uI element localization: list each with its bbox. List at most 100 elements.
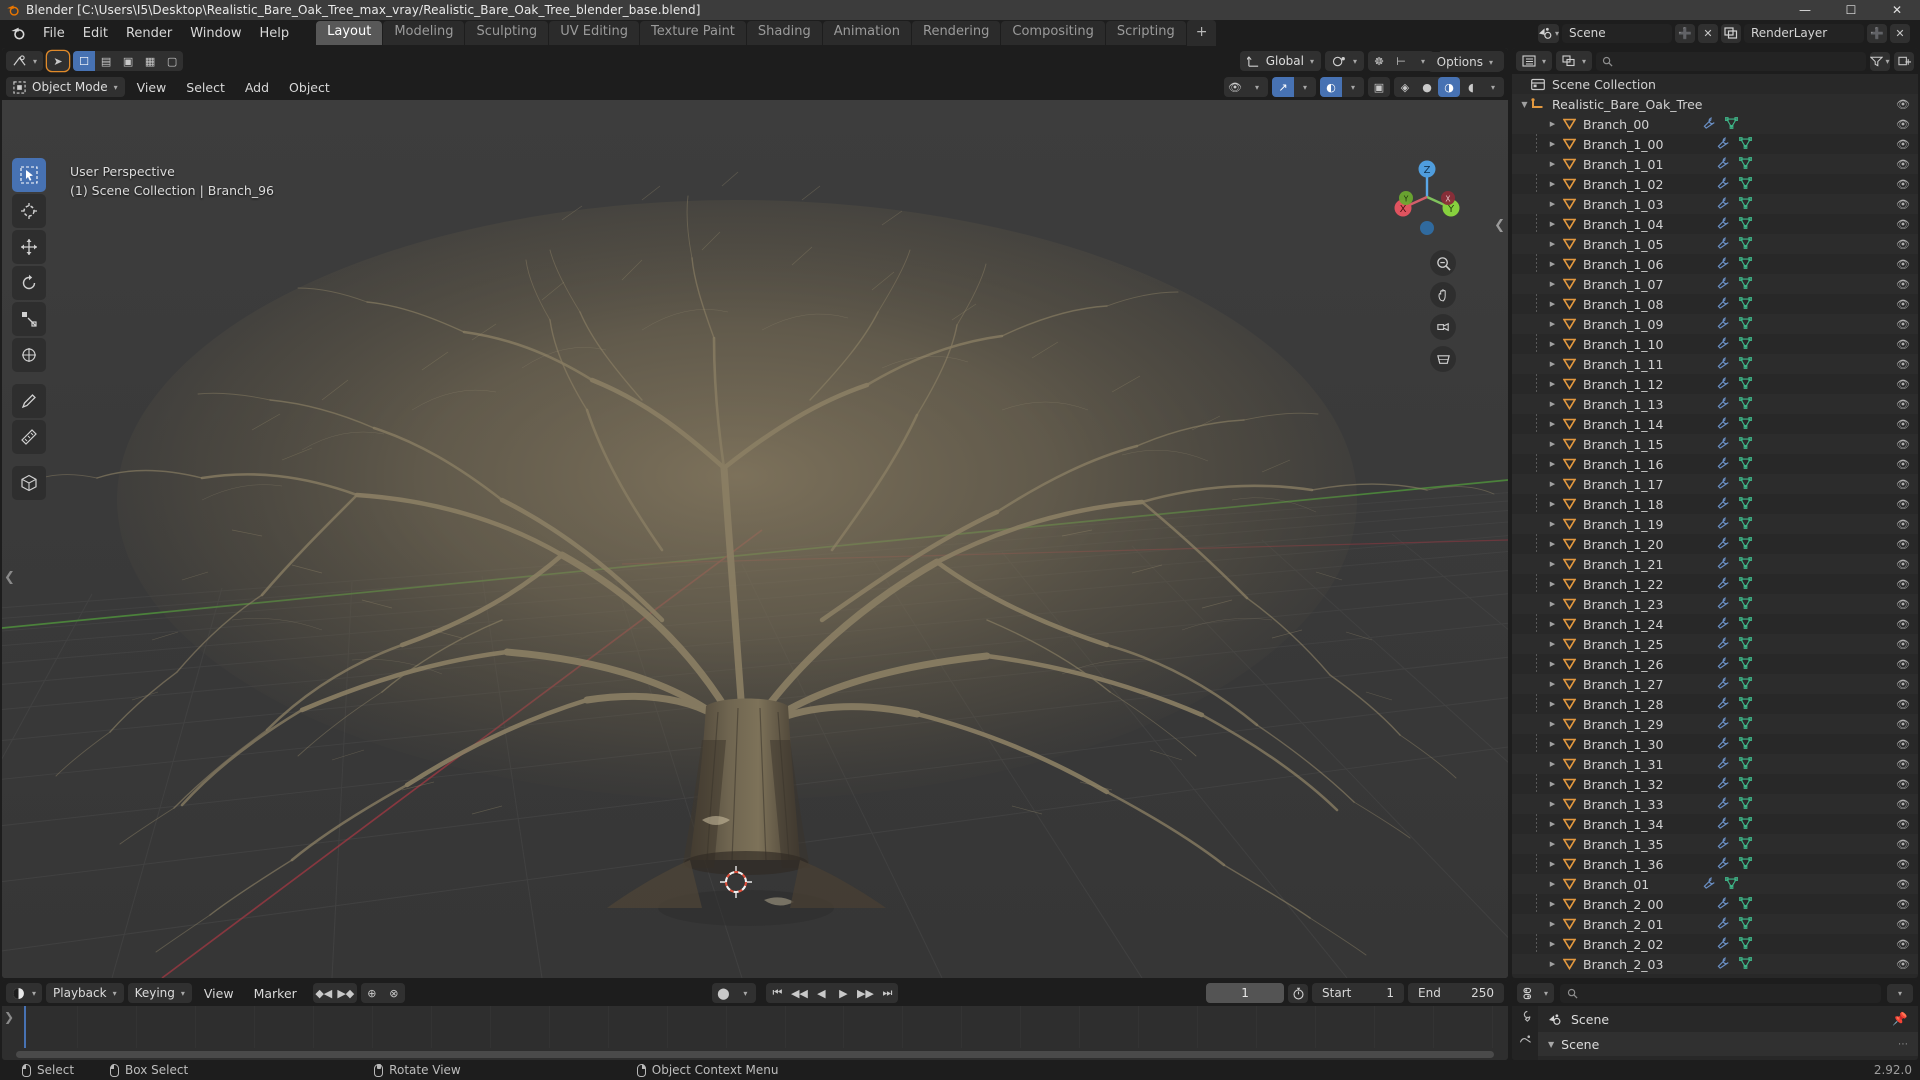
outliner-row-object[interactable]: ▶ Branch_1_31 👁 [1512, 754, 1918, 774]
object-visibility-eye-icon[interactable]: 👁 [1896, 718, 1910, 731]
tab-scripting[interactable]: Scripting [1105, 21, 1186, 45]
object-disclosure-icon[interactable]: ▶ [1546, 380, 1559, 388]
object-disclosure-icon[interactable]: ▶ [1546, 200, 1559, 208]
minimize-button[interactable]: — [1782, 0, 1828, 20]
object-disclosure-icon[interactable]: ▶ [1546, 340, 1559, 348]
timeline-playhead[interactable] [24, 1006, 26, 1048]
active-tool-indicator[interactable]: ➤ [47, 51, 70, 71]
object-disclosure-icon[interactable]: ▶ [1546, 620, 1559, 628]
outliner-row-object[interactable]: ▶ Branch_1_11 👁 [1512, 354, 1918, 374]
modifier-wrench-icon[interactable] [1717, 256, 1730, 272]
viewport-canvas[interactable]: User Perspective (1) Scene Collection | … [2, 100, 1508, 978]
modifier-wrench-icon[interactable] [1717, 836, 1730, 852]
modifier-wrench-icon[interactable] [1717, 476, 1730, 492]
mesh-data-icon[interactable] [1739, 396, 1753, 412]
modifier-wrench-icon[interactable] [1703, 116, 1716, 132]
pan-view-icon[interactable] [1430, 282, 1456, 308]
navigation-gizmo[interactable]: Z Y X Y X [1388, 158, 1466, 236]
timeline-sidebar-arrow-icon[interactable]: ❯ [4, 1010, 14, 1024]
mesh-data-icon[interactable] [1739, 636, 1753, 652]
solid-shading-icon[interactable]: ● [1416, 77, 1438, 97]
timeline-horizontal-scrollbar[interactable] [16, 1051, 1494, 1058]
outliner-tree[interactable]: Scene Collection ▼ Realistic_Bare_Oak_Tr… [1512, 74, 1918, 978]
outliner-row-object[interactable]: ▶ Branch_1_00 👁 [1512, 134, 1918, 154]
object-visibility-eye-icon[interactable]: 👁 [1896, 758, 1910, 771]
object-disclosure-icon[interactable]: ▶ [1546, 220, 1559, 228]
outliner-row-object[interactable]: ▶ Branch_1_22 👁 [1512, 574, 1918, 594]
mesh-data-icon[interactable] [1739, 896, 1753, 912]
collection-visibility-eye-icon[interactable]: 👁 [1896, 98, 1910, 111]
mesh-data-icon[interactable] [1739, 916, 1753, 932]
object-disclosure-icon[interactable]: ▶ [1546, 720, 1559, 728]
modifier-wrench-icon[interactable] [1703, 876, 1716, 892]
select-invert-icon[interactable]: ▦ [139, 51, 161, 71]
properties-editor[interactable]: ▾ ▾ Scene 📌 ▼ Scene ⋯ [1512, 980, 1918, 1060]
viewport-options-button[interactable]: Options ▾ [1427, 52, 1502, 72]
outliner-row-object[interactable]: ▶ Branch_1_14 👁 [1512, 414, 1918, 434]
timeline-editor[interactable]: ▾ Playback ▾ Keying ▾ View Marker ◆◀ ▶◆ … [2, 980, 1508, 1060]
object-disclosure-icon[interactable]: ▶ [1546, 940, 1559, 948]
outliner-row-object[interactable]: ▶ Branch_1_33 👁 [1512, 794, 1918, 814]
viewport-menu-add[interactable]: Add [237, 77, 277, 98]
select-extend-icon[interactable]: ▤ [95, 51, 117, 71]
outliner-row-object[interactable]: ▶ Branch_1_08 👁 [1512, 294, 1918, 314]
mesh-data-icon[interactable] [1739, 696, 1753, 712]
close-button[interactable]: ✕ [1874, 0, 1920, 20]
jump-to-start-button[interactable]: ⏮ [766, 983, 788, 1003]
select-subtract-icon[interactable]: ▣ [117, 51, 139, 71]
timeline-track-area[interactable] [2, 1006, 1508, 1060]
frame-start-field[interactable]: Start 1 [1312, 983, 1405, 1003]
tab-animation[interactable]: Animation [822, 21, 911, 45]
outliner-row-object[interactable]: ▶ Branch_1_10 👁 [1512, 334, 1918, 354]
play-backwards-button[interactable]: ◀ [810, 983, 832, 1003]
scene-name-field[interactable]: Scene [1562, 23, 1672, 43]
jump-next-keyframe-icon[interactable]: ▶◆ [335, 983, 357, 1003]
outliner-editor[interactable]: ▾ ▾ ▾ Scene Collection ▼ Realistic_Bare_… [1512, 48, 1918, 978]
modifier-wrench-icon[interactable] [1717, 536, 1730, 552]
outliner-row-scene-collection[interactable]: Scene Collection [1512, 74, 1918, 94]
viewport-menu-object[interactable]: Object [281, 77, 338, 98]
object-visibility-eye-icon[interactable]: 👁 [1896, 838, 1910, 851]
mesh-data-icon[interactable] [1739, 276, 1753, 292]
outliner-row-object[interactable]: ▶ Branch_1_23 👁 [1512, 594, 1918, 614]
object-disclosure-icon[interactable]: ▶ [1546, 600, 1559, 608]
object-visibility-eye-icon[interactable]: 👁 [1896, 858, 1910, 871]
playback-menu[interactable]: Playback ▾ [46, 983, 124, 1003]
modifier-wrench-icon[interactable] [1717, 276, 1730, 292]
object-visibility-eye-icon[interactable]: 👁 [1896, 358, 1910, 371]
mesh-data-icon[interactable] [1739, 136, 1753, 152]
camera-view-icon[interactable] [1430, 314, 1456, 340]
tab-compositing[interactable]: Compositing [1001, 21, 1105, 45]
frame-end-field[interactable]: End 250 [1408, 983, 1505, 1003]
object-disclosure-icon[interactable]: ▶ [1546, 460, 1559, 468]
mesh-data-icon[interactable] [1739, 456, 1753, 472]
mesh-data-icon[interactable] [1739, 776, 1753, 792]
outliner-search-input[interactable] [1596, 51, 1866, 71]
object-visibility-eye-icon[interactable]: 👁 [1896, 918, 1910, 931]
play-reverse-button[interactable]: ◀◀ [788, 983, 810, 1003]
object-visibility-eye-icon[interactable]: 👁 [1896, 298, 1910, 311]
object-visibility-eye-icon[interactable]: 👁 [1896, 898, 1910, 911]
object-visibility-eye-icon[interactable]: 👁 [1896, 498, 1910, 511]
tab-uv-editing[interactable]: UV Editing [549, 21, 640, 45]
outliner-row-object[interactable]: ▶ Branch_1_18 👁 [1512, 494, 1918, 514]
use-preview-range-icon[interactable] [1288, 983, 1309, 1003]
menu-edit[interactable]: Edit [74, 23, 117, 44]
object-visibility-eye-icon[interactable]: 👁 [1896, 558, 1910, 571]
add-workspace-button[interactable]: + [1186, 20, 1217, 46]
annotate-tool[interactable] [12, 384, 46, 418]
collection-disclosure-icon[interactable]: ▼ [1518, 100, 1531, 109]
modifier-wrench-icon[interactable] [1717, 436, 1730, 452]
sidebar-expand-arrow-icon[interactable]: ❮ [1494, 218, 1505, 233]
mesh-data-icon[interactable] [1739, 716, 1753, 732]
modifier-wrench-icon[interactable] [1717, 176, 1730, 192]
object-visibility-eye-icon[interactable]: 👁 [1896, 398, 1910, 411]
mesh-data-icon[interactable] [1739, 736, 1753, 752]
object-disclosure-icon[interactable]: ▶ [1546, 260, 1559, 268]
outliner-row-object[interactable]: ▶ Branch_1_07 👁 [1512, 274, 1918, 294]
modifier-wrench-icon[interactable] [1717, 216, 1730, 232]
modifier-wrench-icon[interactable] [1717, 576, 1730, 592]
modifier-wrench-icon[interactable] [1717, 416, 1730, 432]
outliner-row-object[interactable]: ▶ Branch_1_36 👁 [1512, 854, 1918, 874]
object-visibility-eye-icon[interactable]: 👁 [1896, 578, 1910, 591]
